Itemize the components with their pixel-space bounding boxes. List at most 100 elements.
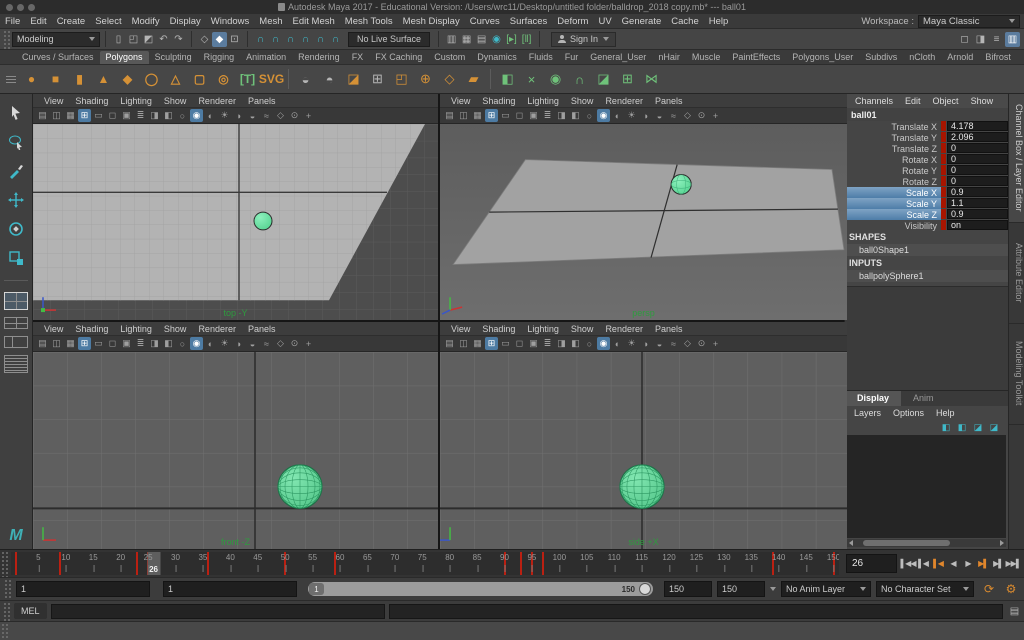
layer-editor-menu-item[interactable]: Layers (851, 408, 884, 418)
play-backwards-button[interactable]: ◀ (946, 556, 960, 572)
channel-box-menu-item[interactable]: Object (929, 96, 963, 106)
shelf-tab[interactable]: FX (346, 51, 370, 64)
channel-value-field[interactable]: 0.9 (947, 209, 1008, 219)
panel-menu-item[interactable]: Show (566, 324, 599, 334)
multi-cut-icon[interactable]: ◰ (391, 69, 412, 90)
shelf-tab[interactable]: FX Caching (369, 51, 428, 64)
menu-item[interactable]: UV (593, 16, 616, 27)
panel-menu-item[interactable]: Renderer (193, 324, 241, 334)
single-pane-toggle-icon[interactable]: ◻ (957, 32, 972, 47)
shelf-tab[interactable]: Rendering (292, 51, 346, 64)
channel-label[interactable]: Translate Y (845, 132, 941, 143)
film-gate-icon[interactable]: ▭ (499, 337, 512, 350)
lasso-tool-button[interactable] (5, 131, 27, 153)
channel-value-field[interactable]: on (947, 220, 1008, 230)
menu-item[interactable]: Select (90, 16, 126, 27)
panel-menu-item[interactable]: Lighting (522, 96, 564, 106)
shelf-tab[interactable]: Polygons (100, 51, 149, 64)
bookmark-icon[interactable]: ◫ (457, 109, 470, 122)
select-tool-button[interactable] (5, 102, 27, 124)
xray-icon[interactable]: ◇ (274, 109, 287, 122)
panel-menu-item[interactable]: View (446, 324, 475, 334)
gamma-icon[interactable]: + (709, 337, 722, 350)
scrollbar-thumb[interactable] (863, 540, 950, 546)
channel-label[interactable]: Translate X (845, 121, 941, 132)
wireframe-icon[interactable]: ○ (583, 337, 596, 350)
ambient-occlusion-icon[interactable]: ◒ (653, 337, 666, 350)
panel-menu-item[interactable]: Panels (650, 324, 688, 334)
wireframe-icon[interactable]: ○ (176, 337, 189, 350)
gate-mask-icon[interactable]: ▣ (120, 109, 133, 122)
shelf-tab[interactable]: Curves / Surfaces (16, 51, 100, 64)
menu-item[interactable]: Curves (465, 16, 505, 27)
bookmark-icon[interactable]: ◫ (457, 337, 470, 350)
playback-end-field[interactable]: 150 (664, 581, 712, 597)
command-input[interactable] (51, 604, 385, 619)
step-forward-key-button[interactable]: ▶▌ (991, 556, 1005, 572)
auto-keyframe-icon[interactable]: ⟳ (981, 582, 997, 597)
panel-menu-item[interactable]: Panels (650, 96, 688, 106)
channel-row[interactable]: Rotate Y 0 (845, 165, 1008, 176)
step-forward-frame-button[interactable]: ▶▌ (976, 556, 990, 572)
bridge-icon[interactable]: ∩ (569, 69, 590, 90)
channel-value-field[interactable]: 0 (947, 176, 1008, 186)
polygon-torus-icon[interactable]: ◯ (141, 69, 162, 90)
menu-set-select[interactable]: Modeling (12, 32, 100, 47)
exposure-icon[interactable]: ⊙ (288, 109, 301, 122)
menu-item[interactable]: Display (165, 16, 206, 27)
layer-options-icon[interactable]: ◪ (988, 421, 1000, 433)
layer-list-scrollbar[interactable] (847, 539, 1006, 547)
layer-editor-tab[interactable]: Anim (901, 391, 946, 406)
grid-toggle-icon[interactable]: ⊞ (485, 109, 498, 122)
menu-item[interactable]: Cache (666, 16, 703, 27)
move-tool-button[interactable] (5, 189, 27, 211)
xray-icon[interactable]: ◇ (681, 337, 694, 350)
go-to-start-button[interactable]: ▌◀◀ (901, 556, 915, 572)
gate-mask-icon[interactable]: ▣ (527, 337, 540, 350)
layout-preset-button[interactable] (4, 317, 28, 329)
lights-icon[interactable]: ☀ (218, 109, 231, 122)
zoom-button[interactable] (28, 4, 35, 11)
select-object-icon[interactable]: ◆ (212, 32, 227, 47)
safe-action-icon[interactable]: ◨ (148, 109, 161, 122)
channel-row[interactable]: Rotate Z 0 (845, 176, 1008, 187)
panel-menu-item[interactable]: Renderer (600, 96, 648, 106)
panel-menu-item[interactable]: Renderer (193, 96, 241, 106)
scroll-left-icon[interactable] (849, 540, 853, 546)
menu-item[interactable]: Edit (25, 16, 51, 27)
playback-start-field[interactable]: 1 (163, 581, 297, 597)
drag-handle[interactable] (2, 29, 10, 49)
target-weld-icon[interactable]: ◉ (545, 69, 566, 90)
save-scene-icon[interactable]: ◩ (141, 32, 156, 47)
film-gate-icon[interactable]: ▭ (499, 109, 512, 122)
shelf-tab[interactable]: nCloth (903, 51, 941, 64)
channel-row[interactable]: Scale X 0.9 (845, 187, 1008, 198)
menu-item[interactable]: Mesh Tools (340, 16, 398, 27)
viewport-canvas-front[interactable]: front -Z (33, 352, 438, 549)
menu-item[interactable]: Edit Mesh (288, 16, 340, 27)
polygon-pyramid-icon[interactable]: △ (165, 69, 186, 90)
character-set-select[interactable]: No Character Set (876, 581, 974, 597)
menu-item[interactable]: Generate (617, 16, 667, 27)
paint-select-tool-button[interactable] (5, 160, 27, 182)
channel-row[interactable]: Translate Y 2.096 (845, 132, 1008, 143)
minimize-button[interactable] (17, 4, 24, 11)
snap-to-view-plane-icon[interactable]: ∩ (313, 32, 328, 47)
viewport-canvas-side[interactable]: side +X (440, 352, 847, 549)
shadows-icon[interactable]: ◑ (639, 109, 652, 122)
panel-menu-item[interactable]: Show (159, 96, 192, 106)
quad-draw-icon[interactable]: ◧ (497, 69, 518, 90)
sculpt-icon[interactable]: ◇ (439, 69, 460, 90)
object-name[interactable]: ball01 (845, 108, 1008, 121)
camera-attributes-icon[interactable]: ▦ (64, 109, 77, 122)
channel-value-field[interactable]: 0 (947, 143, 1008, 153)
gate-mask-icon[interactable]: ▣ (120, 337, 133, 350)
channel-label[interactable]: Rotate Y (845, 165, 941, 176)
grid-toggle-icon[interactable]: ⊞ (78, 109, 91, 122)
panel-menu-item[interactable]: Show (159, 324, 192, 334)
snap-to-point-icon[interactable]: ∩ (283, 32, 298, 47)
go-to-end-button[interactable]: ▶▶▌ (1006, 556, 1020, 572)
pause-viewport-icon[interactable]: [‖] (519, 32, 534, 47)
menu-item[interactable]: Surfaces (505, 16, 553, 27)
sidebar-tab[interactable]: Attribute Editor (1009, 223, 1024, 324)
